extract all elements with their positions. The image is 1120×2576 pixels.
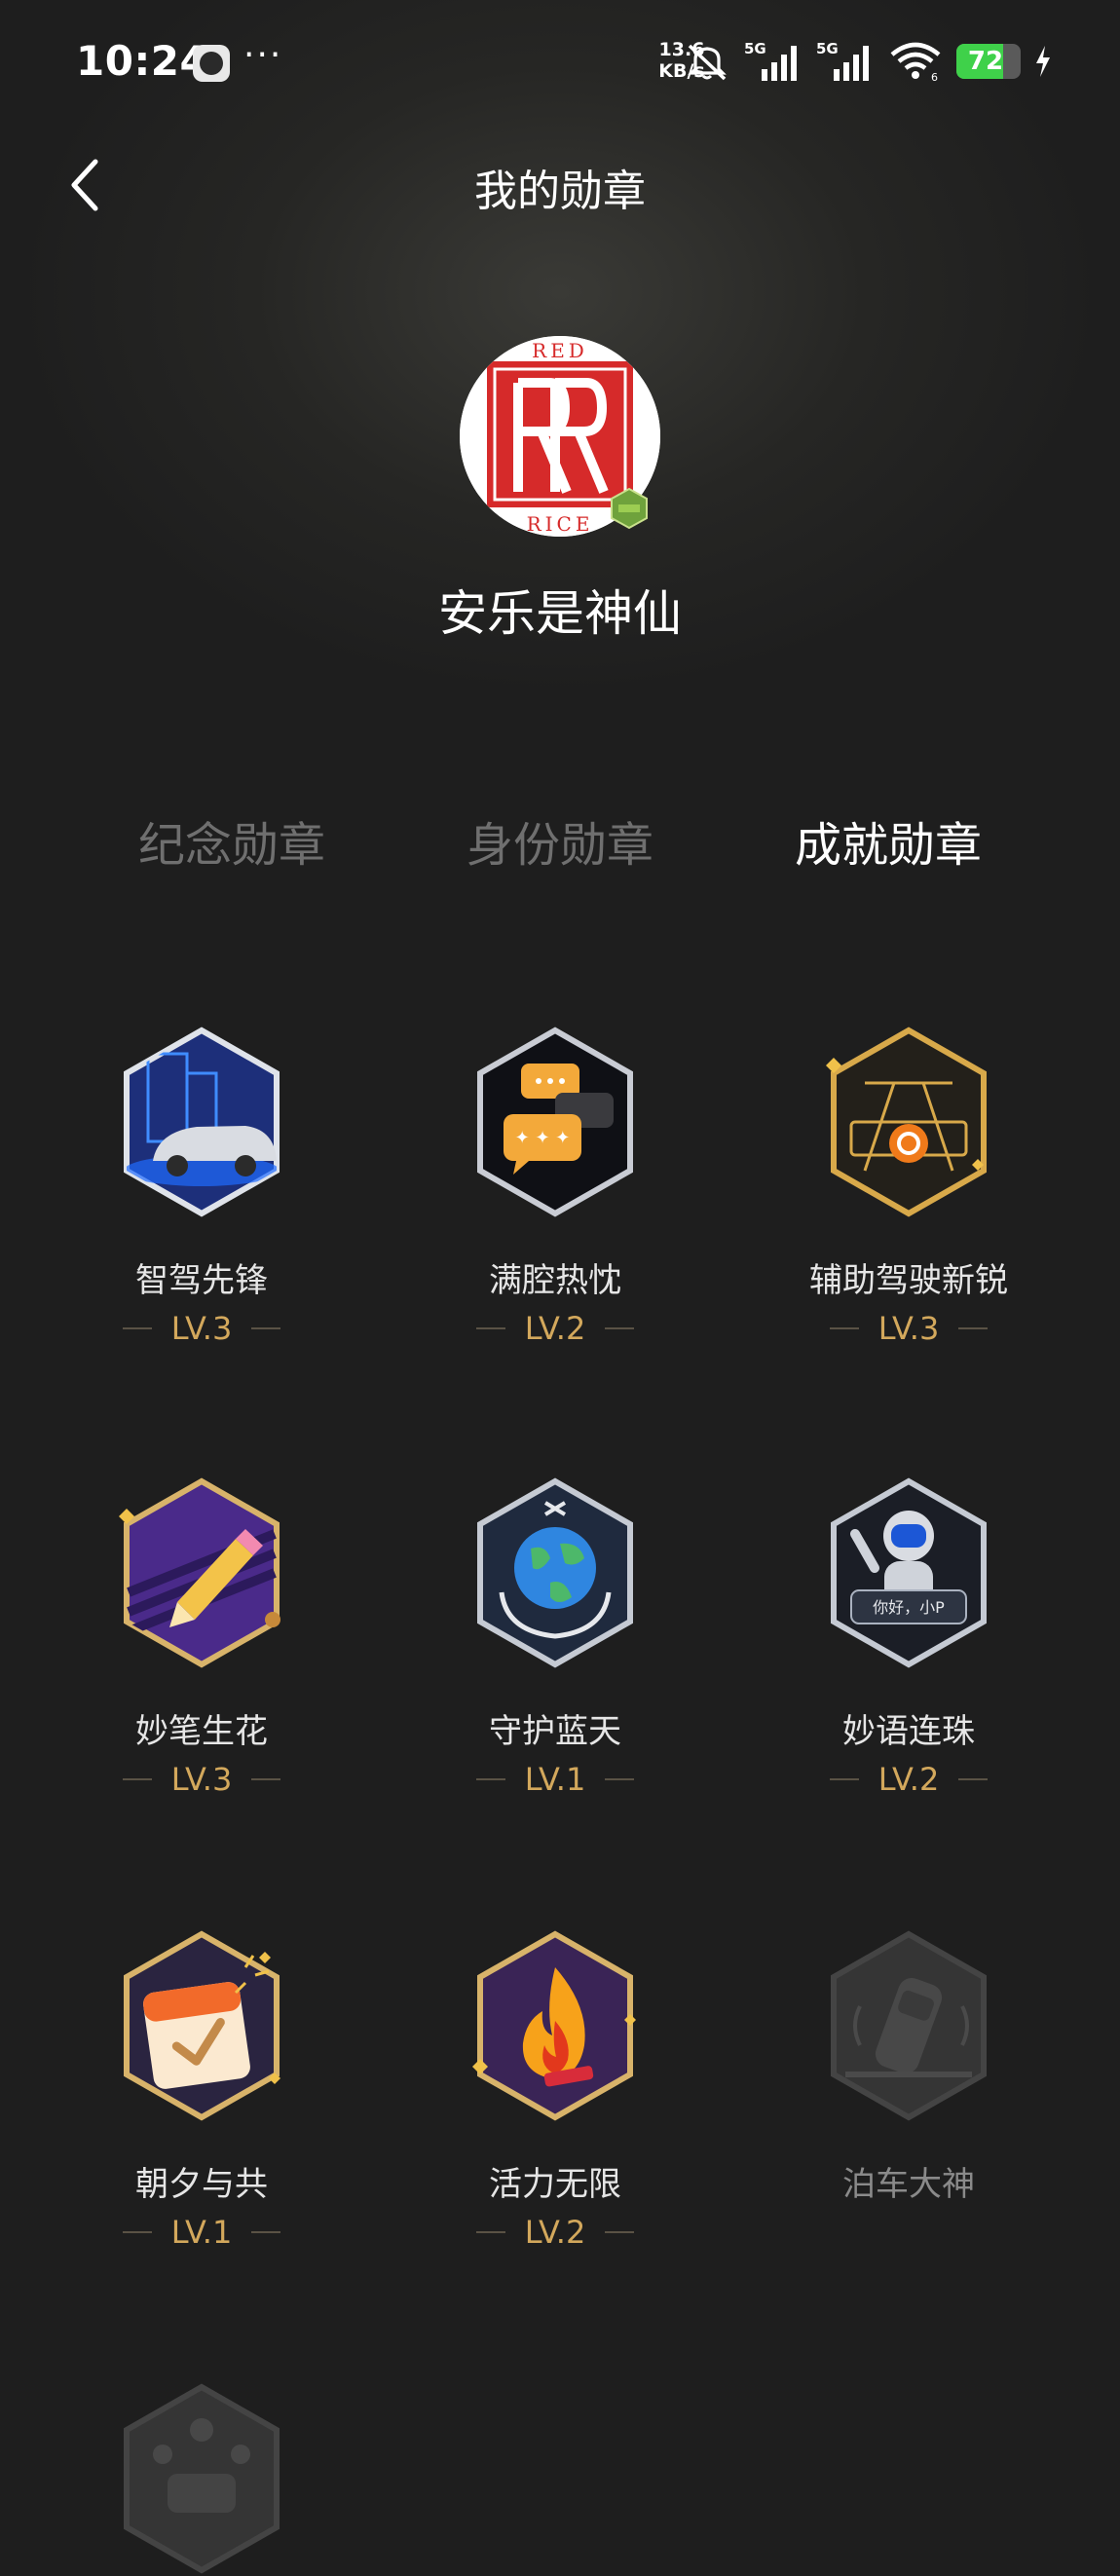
- badge-name: 朝夕与共: [135, 2165, 268, 2204]
- more-notifications-icon: ···: [243, 35, 283, 75]
- status-time: 10:24: [76, 37, 209, 85]
- parking-car-icon: [831, 1930, 987, 2121]
- badge-level-text: LV.2: [524, 2214, 586, 2251]
- robot-assistant-icon: 你好，小P: [831, 1477, 987, 1668]
- pencil-icon: [119, 1477, 280, 1668]
- avatar[interactable]: RED RICE: [460, 336, 660, 537]
- badge-level-text: LV.3: [877, 1310, 940, 1347]
- svg-text:5G: 5G: [744, 40, 766, 57]
- badge-name: 满腔热忱: [489, 1261, 621, 1300]
- badge-level-text: LV.3: [170, 1310, 233, 1347]
- badge-level: LV.1: [26, 2214, 377, 2251]
- earth-hands-icon: [477, 1477, 633, 1668]
- tab-achievement[interactable]: 成就勋章: [742, 806, 1034, 875]
- badge-level: LV.2: [380, 1310, 730, 1347]
- badge-category-tabs: 纪念勋章 身份勋章 成就勋章: [0, 806, 1120, 875]
- svg-text:6: 6: [931, 71, 938, 82]
- badge-level-text: LV.2: [524, 1310, 586, 1347]
- badge-level: LV.3: [26, 1310, 377, 1347]
- mute-icon: [686, 42, 730, 81]
- badge-level-text: LV.1: [170, 2214, 233, 2251]
- badge-name: 活力无限: [489, 2165, 621, 2204]
- user-name: 安乐是神仙: [438, 585, 682, 642]
- wifi-icon: 6: [888, 41, 943, 82]
- battery-indicator: 72: [956, 44, 1021, 79]
- locked-dashboard-icon: [124, 2383, 280, 2574]
- badge-level: LV.2: [380, 2214, 730, 2251]
- status-bar: 10:24 ··· 13.6 KB/s 5G 5G 6 72: [0, 0, 1120, 127]
- page-title: 我的勋章: [474, 167, 646, 216]
- tab-commemorative[interactable]: 纪念勋章: [86, 806, 378, 875]
- badge-level: LV.3: [26, 1761, 377, 1798]
- badge-level-text: LV.3: [170, 1761, 233, 1798]
- svg-text:RICE: RICE: [527, 512, 594, 536]
- svg-text:RED: RED: [532, 339, 588, 362]
- badge-level: LV.3: [733, 1310, 1084, 1347]
- notification-app-icon: [193, 45, 230, 82]
- badge-level: LV.1: [380, 1761, 730, 1798]
- flame-icon: [472, 1930, 636, 2121]
- badge-name: 泊车大神: [842, 2165, 975, 2204]
- svg-text:✦ ✦ ✦: ✦ ✦ ✦: [515, 1128, 571, 1148]
- badge-level-text: LV.1: [524, 1761, 586, 1798]
- badge-name: 辅助驾驶新锐: [809, 1261, 1008, 1300]
- badge-name: 妙语连珠: [842, 1712, 975, 1751]
- charging-icon: [1034, 45, 1052, 78]
- signal-5g-2-icon: 5G: [816, 40, 875, 83]
- svg-text:你好，小P: 你好，小P: [873, 1598, 945, 1617]
- badge-level: LV.2: [733, 1761, 1084, 1798]
- battery-level: 72: [967, 47, 1004, 76]
- badge-name: 智驾先锋: [135, 1261, 268, 1300]
- svg-text:5G: 5G: [816, 40, 839, 57]
- badge-name: 妙笔生花: [135, 1712, 268, 1751]
- badge-name: 守护蓝天: [489, 1712, 621, 1751]
- autopilot-car-icon: [124, 1027, 280, 1217]
- verified-badge-icon: [611, 487, 648, 530]
- road-steering-icon: [826, 1027, 987, 1217]
- calendar-check-icon: [124, 1930, 280, 2121]
- chat-bubbles-icon: ✦ ✦ ✦: [477, 1027, 633, 1217]
- tab-identity[interactable]: 身份勋章: [414, 806, 706, 875]
- signal-5g-1-icon: 5G: [744, 40, 803, 83]
- badge-level-text: LV.2: [877, 1761, 940, 1798]
